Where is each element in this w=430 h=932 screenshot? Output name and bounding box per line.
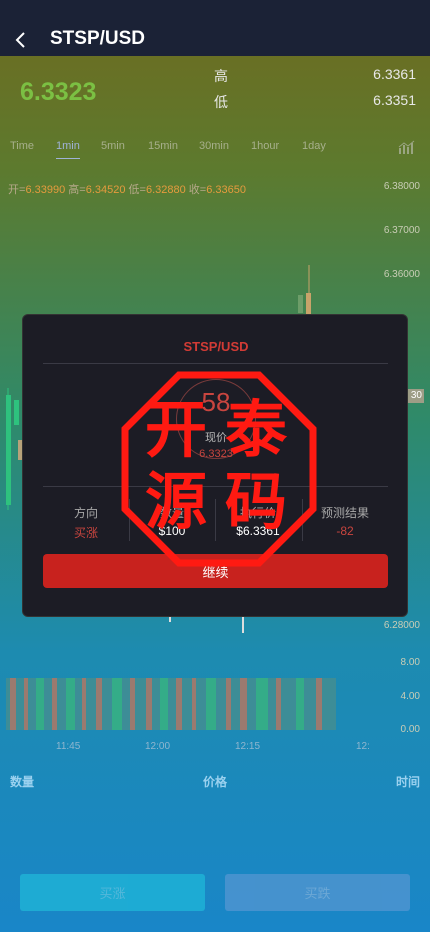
volume-tick: 8.00 [400,657,420,668]
volume-tick: 4.00 [400,691,420,702]
watermark-stamp: 开 泰 源 码 [121,371,317,567]
column-time: 时间 [395,775,420,789]
x-tick: 11:45 [56,741,81,752]
x-tick: 12:15 [235,741,261,752]
y-tick: 6.38000 [383,181,420,192]
stamp-char: 泰 [225,393,288,466]
direction-value: 买涨 [73,526,98,540]
volume-tick: 0.00 [400,724,420,735]
buy-down-button[interactable]: 买跌 [225,874,410,911]
candle [6,395,11,505]
buy-up-button[interactable]: 买涨 [20,874,205,911]
trade-list-header: 数量 价格 时间 [0,773,430,791]
column-price: 价格 [203,775,228,789]
volume-bars [6,678,336,730]
stamp-char: 码 [225,465,288,538]
divider [43,363,388,364]
stamp-char: 开 [145,393,208,466]
y-tick: 6.28000 [383,620,420,631]
candle [298,295,303,313]
direction-label: 方向 [73,506,98,520]
stamp-char: 源 [145,465,208,538]
column-quantity: 数量 [10,775,35,789]
price-tag: 30 [410,390,422,401]
x-tick: 12: [356,741,370,752]
y-tick: 6.37000 [383,225,420,236]
y-tick: 6.36000 [383,269,420,280]
modal-title: STSP/USD [183,339,249,354]
x-tick: 12:00 [145,741,171,752]
candle [306,293,311,315]
candle [14,400,19,425]
